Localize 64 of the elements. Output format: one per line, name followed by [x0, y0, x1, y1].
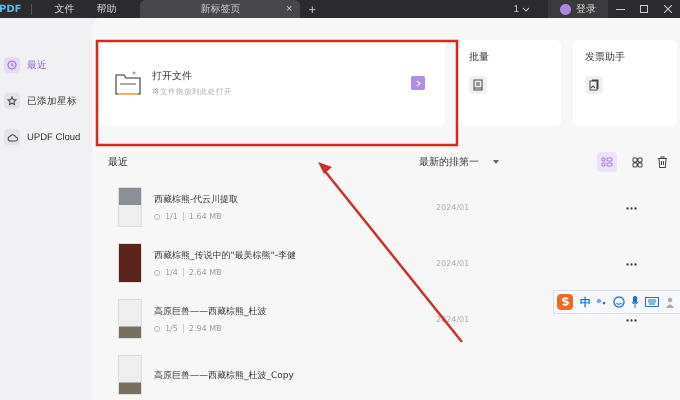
file-thumbnail — [118, 243, 142, 283]
file-name[interactable]: 西藏棕熊_传说中的"最美棕熊"-李健 — [154, 249, 436, 262]
file-size: 2.64 MB — [182, 268, 222, 277]
list-view-button[interactable] — [597, 152, 617, 172]
punctuation-icon[interactable] — [597, 298, 607, 306]
document-image-icon — [585, 76, 603, 94]
card-title: 发票助手 — [585, 50, 626, 64]
sidebar-item[interactable]: UPDF Cloud — [0, 124, 92, 150]
file-thumbnail — [118, 355, 142, 395]
app-logo: PDF — [0, 4, 32, 14]
card-title: 打开文件 — [152, 70, 193, 83]
clock-icon — [7, 60, 17, 70]
document-tab[interactable]: 新标签页 × — [140, 0, 300, 18]
trash-icon[interactable] — [657, 156, 668, 168]
caret-down-icon — [493, 160, 499, 164]
file-name[interactable]: 高原巨兽——西藏棕熊_杜波 — [154, 305, 436, 318]
page-count: 1/4 — [165, 268, 178, 277]
file-date: 2024/01 — [436, 258, 470, 268]
file-thumbnail — [118, 299, 142, 339]
login-button[interactable]: 登录 — [548, 0, 608, 18]
tool-card[interactable]: 批量 — [457, 40, 561, 126]
input-mode-label[interactable]: 中 — [580, 294, 591, 310]
page-count-dropdown[interactable]: 1 — [513, 4, 530, 14]
close-icon — [664, 5, 672, 13]
page-icon — [154, 214, 160, 220]
page-icon — [154, 326, 160, 332]
file-size: 1.64 MB — [182, 212, 222, 221]
document-stack-icon — [469, 76, 487, 94]
microphone-icon[interactable] — [631, 296, 639, 308]
sidebar-item[interactable]: 最近 — [0, 52, 92, 78]
tool-card[interactable]: 发票助手 — [573, 40, 677, 126]
more-icon — [626, 262, 637, 266]
chevron-right-icon[interactable] — [411, 76, 425, 90]
grid-view-icon — [632, 156, 642, 168]
more-icon — [626, 318, 637, 322]
cloud-icon — [6, 132, 18, 142]
avatar-icon — [560, 4, 571, 14]
chevron-down-icon — [522, 6, 530, 12]
minimize-icon — [616, 8, 624, 10]
star-icon — [7, 96, 17, 106]
file-thumbnail — [118, 187, 142, 227]
menu-item[interactable]: 帮助 — [96, 2, 116, 16]
page-count: 1/5 — [165, 324, 178, 333]
file-date: 2024/01 — [436, 202, 470, 212]
sort-dropdown[interactable]: 最新的排第一 — [419, 155, 499, 169]
file-name[interactable]: 西藏棕熊-代云川提取 — [154, 193, 436, 206]
sidebar-item[interactable]: 已添加星标 — [0, 88, 92, 114]
page-count: 1/1 — [165, 212, 178, 221]
tab-label: 新标签页 — [200, 2, 240, 16]
section-title: 最近 — [108, 156, 128, 169]
sogou-logo-icon — [556, 293, 574, 311]
more-icon — [626, 206, 637, 210]
file-name[interactable]: 高原巨兽——西藏棕熊_杜波_Copy — [154, 368, 436, 382]
list-view-icon — [601, 157, 613, 167]
emoji-icon[interactable] — [613, 296, 625, 308]
maximize-icon — [640, 5, 648, 13]
folder-icon — [114, 70, 142, 96]
keyboard-icon[interactable] — [645, 297, 659, 307]
menu-item[interactable]: 文件 — [54, 2, 74, 16]
new-tab-button[interactable]: + — [308, 2, 316, 16]
page-icon — [154, 270, 160, 276]
tab-close-button[interactable]: × — [286, 3, 292, 15]
card-title: 批量 — [469, 50, 490, 64]
file-size: 2.94 MB — [182, 324, 222, 333]
